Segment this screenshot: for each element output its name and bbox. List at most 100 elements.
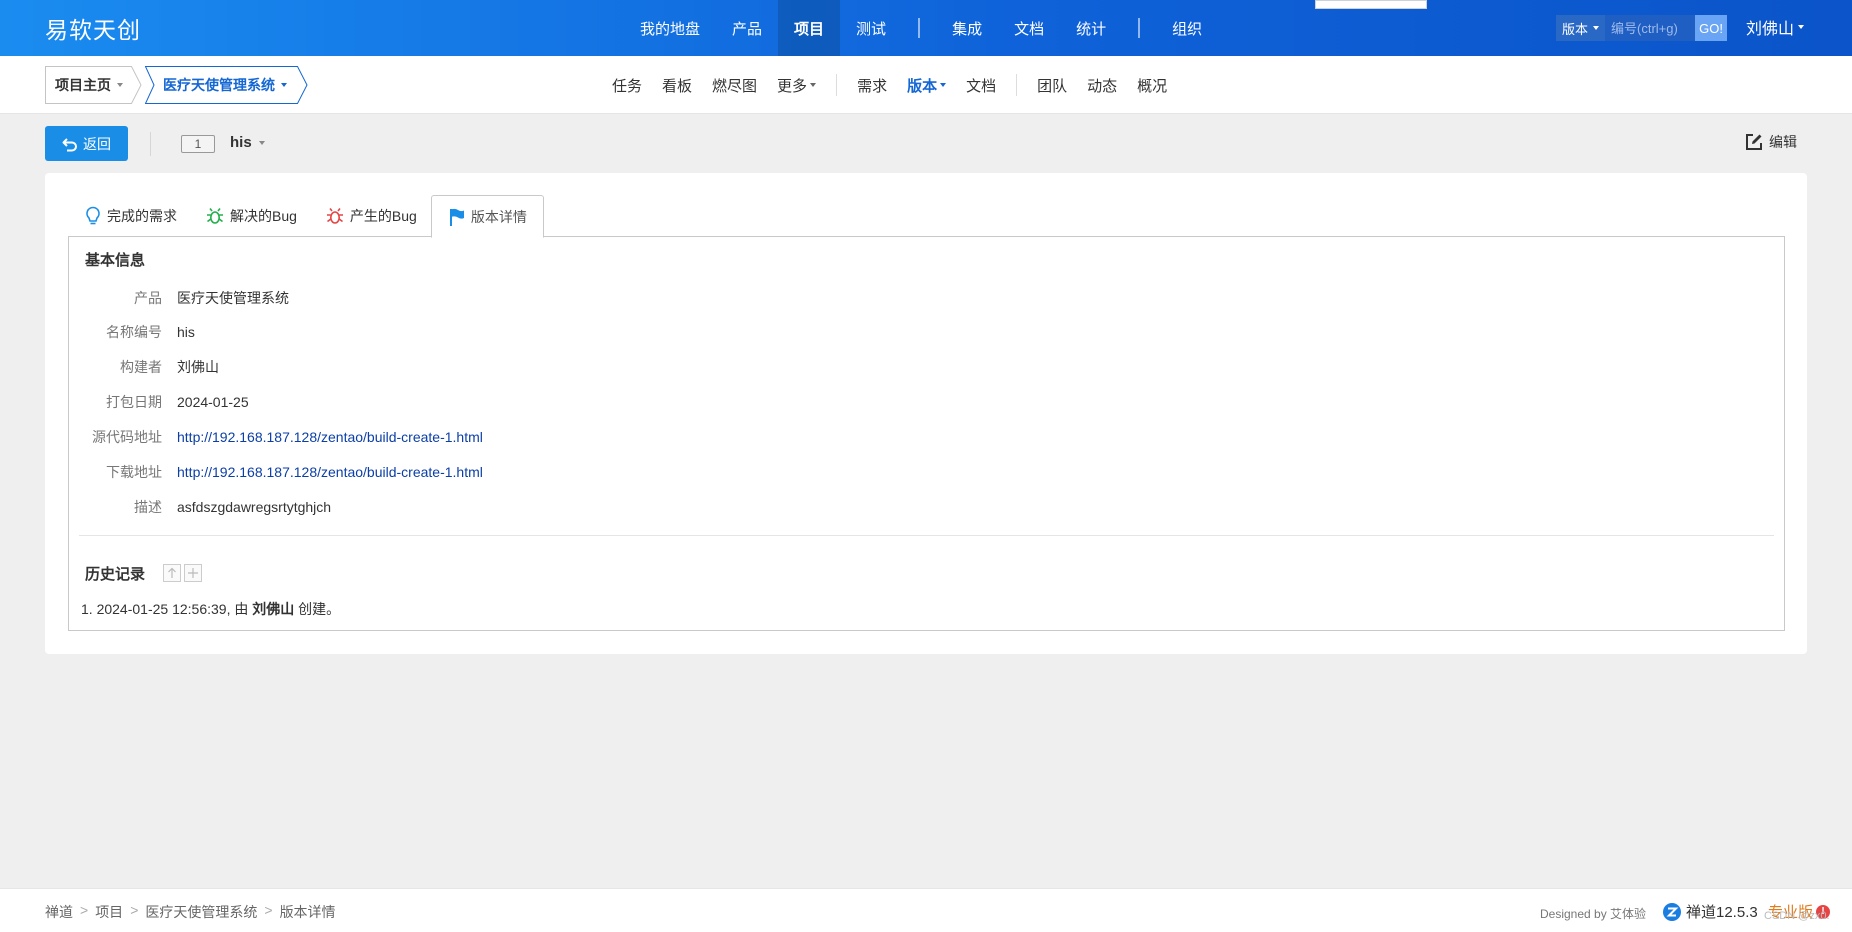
edit-icon — [1746, 134, 1762, 150]
build-details-content: 基本信息 产品 医疗天使管理系统 名称编号 his 构建者 刘佛山 打包日期 2… — [68, 236, 1785, 631]
chevron-down-icon — [940, 83, 947, 87]
flag-icon — [449, 208, 464, 226]
chevron-down-icon — [258, 140, 265, 145]
info-label: 下载地址 — [106, 464, 162, 480]
back-button-label: 返回 — [83, 135, 111, 152]
nav-report[interactable]: 统计 — [1060, 0, 1122, 56]
chevron-down-icon — [117, 83, 123, 87]
subnav-build[interactable]: 版本 — [897, 75, 956, 96]
breadcrumb-project[interactable]: 医疗天使管理系统 — [145, 66, 308, 104]
crumb-separator: > — [80, 902, 89, 918]
build-tabs: 完成的需求 解决的Bug 产生的Bug 版本详情 — [70, 195, 544, 238]
lightbulb-icon — [86, 206, 100, 225]
back-button[interactable]: 返回 — [45, 126, 128, 161]
history-controls — [163, 564, 205, 582]
tab-build-details-label: 版本详情 — [470, 208, 527, 225]
history-expand-button[interactable] — [184, 564, 202, 582]
history-sort-button[interactable] — [163, 564, 181, 582]
nav-ci[interactable]: 集成 — [936, 0, 998, 56]
top-header: 易软天创 我的地盘 产品 项目 测试 集成 文档 统计 组织 版本 GO! 刘佛… — [0, 0, 1852, 56]
info-row-date: 打包日期 2024-01-25 — [69, 392, 249, 412]
tab-resolved-bugs-label: 解决的Bug — [230, 208, 297, 224]
basic-info-title: 基本信息 — [85, 252, 146, 269]
edit-button[interactable]: 编辑 — [1744, 132, 1797, 152]
footer-crumb-zentao[interactable]: 禅道 — [45, 902, 73, 922]
search-type-select[interactable]: 版本 — [1556, 15, 1606, 41]
build-switcher[interactable]: his — [230, 134, 265, 151]
crumb-separator: > — [264, 902, 273, 918]
history-entry-suffix: 创建。 — [294, 601, 341, 617]
subnav-kanban[interactable]: 看板 — [652, 75, 702, 96]
chevron-down-icon — [810, 83, 817, 87]
project-sub-nav: 任务 看板 燃尽图 更多 需求 版本 文档 团队 动态 概况 — [602, 56, 1177, 114]
zentao-version[interactable]: 禅道12.5.3 — [1662, 901, 1758, 922]
sub-header: 项目主页 医疗天使管理系统 任务 看板 燃尽图 更多 需求 版本 文档 团队 动… — [0, 56, 1852, 114]
arrow-up-icon — [168, 567, 176, 578]
search-bar: 版本 GO! — [1556, 15, 1728, 41]
chevron-down-icon — [1593, 26, 1600, 30]
main-nav: 我的地盘 产品 项目 测试 集成 文档 统计 组织 — [624, 0, 1218, 56]
history-entry: 1. 2024-01-25 12:56:39, 由 刘佛山 创建。 — [81, 599, 340, 619]
tab-generated-bugs-label: 产生的Bug — [349, 208, 417, 224]
subnav-build-label: 版本 — [907, 77, 938, 95]
tab-stories[interactable]: 完成的需求 — [70, 195, 191, 237]
info-row-desc: 描述 asfdszgdawregsrtytghjch — [69, 497, 331, 517]
subnav-burndown[interactable]: 燃尽图 — [702, 75, 767, 96]
nav-qa[interactable]: 测试 — [840, 0, 902, 56]
footer: 禅道 > 项目 > 医疗天使管理系统 > 版本详情 Designed by 艾体验 禅… — [0, 888, 1852, 932]
subnav-overview[interactable]: 概况 — [1127, 75, 1177, 96]
toolbar-divider — [150, 132, 151, 156]
user-menu[interactable]: 刘佛山 — [1746, 15, 1805, 39]
footer-crumb-product[interactable]: 医疗天使管理系统 — [145, 902, 257, 922]
info-row-scm: 源代码地址 http://192.168.187.128/zentao/buil… — [69, 427, 483, 447]
search-type-label: 版本 — [1562, 21, 1589, 37]
brand-logo[interactable]: 易软天创 — [45, 11, 141, 45]
history-title: 历史记录 — [85, 566, 146, 583]
nav-project[interactable]: 项目 — [778, 0, 841, 56]
undo-arrow-icon — [62, 137, 77, 151]
subnav-doc[interactable]: 文档 — [956, 75, 1006, 96]
info-label: 打包日期 — [106, 394, 162, 410]
tab-build-details[interactable]: 版本详情 — [430, 195, 544, 238]
designed-by[interactable]: Designed by 艾体验 — [1540, 905, 1646, 922]
info-label: 描述 — [134, 499, 162, 515]
subnav-dynamic[interactable]: 动态 — [1077, 75, 1127, 96]
info-label: 产品 — [134, 290, 162, 306]
info-value-date: 2024-01-25 — [177, 394, 249, 410]
footer-crumb-current: 版本详情 — [279, 904, 336, 920]
crumb-separator: > — [130, 902, 139, 918]
bug-icon — [207, 208, 223, 224]
tab-resolved-bugs[interactable]: 解决的Bug — [191, 195, 311, 237]
scm-path-link[interactable]: http://192.168.187.128/zentao/build-crea… — [177, 429, 483, 445]
bug-icon — [326, 208, 343, 224]
tab-stories-label: 完成的需求 — [107, 208, 177, 224]
user-name: 刘佛山 — [1746, 21, 1795, 38]
search-input[interactable] — [1605, 15, 1696, 41]
info-row-name: 名称编号 his — [69, 322, 195, 342]
info-row-download: 下载地址 http://192.168.187.128/zentao/build… — [69, 462, 483, 482]
info-value-name: his — [177, 324, 195, 340]
tab-generated-bugs[interactable]: 产生的Bug — [311, 195, 431, 237]
nav-my-dashboard[interactable]: 我的地盘 — [624, 0, 716, 56]
breadcrumb-project-home[interactable]: 项目主页 — [45, 66, 142, 104]
plus-icon — [188, 568, 198, 578]
chevron-down-icon — [281, 83, 287, 87]
info-value-desc: asfdszgdawregsrtytghjch — [177, 499, 332, 515]
footer-crumb-project[interactable]: 项目 — [95, 902, 123, 922]
history-entry-prefix: 1. 2024-01-25 12:56:39, 由 — [81, 601, 253, 617]
nav-company[interactable]: 组织 — [1156, 0, 1218, 56]
info-value-builder: 刘佛山 — [177, 359, 219, 375]
zentao-version-label: 禅道12.5.3 — [1686, 904, 1758, 921]
subnav-tasks[interactable]: 任务 — [602, 75, 652, 96]
nav-doc[interactable]: 文档 — [998, 0, 1060, 56]
download-path-link[interactable]: http://192.168.187.128/zentao/build-crea… — [177, 464, 483, 480]
edit-button-label: 编辑 — [1769, 134, 1797, 150]
nav-product[interactable]: 产品 — [716, 0, 778, 56]
subnav-divider — [1016, 74, 1018, 96]
build-detail-panel: 完成的需求 解决的Bug 产生的Bug 版本详情 基本信息 产品 医疗天使管理系… — [45, 173, 1807, 654]
subnav-story[interactable]: 需求 — [847, 75, 897, 96]
subnav-team[interactable]: 团队 — [1027, 75, 1077, 96]
subnav-more[interactable]: 更多 — [767, 75, 826, 96]
search-go-button[interactable]: GO! — [1695, 15, 1728, 41]
info-label: 名称编号 — [106, 324, 162, 340]
